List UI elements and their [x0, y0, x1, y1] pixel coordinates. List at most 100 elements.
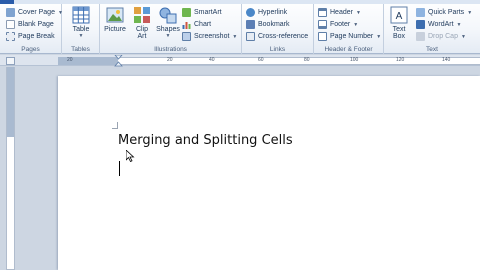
- wordart-icon: [416, 20, 425, 29]
- quick-parts-icon: [416, 8, 425, 17]
- screenshot-button[interactable]: Screenshot ▼: [182, 31, 237, 42]
- ruler-number: 100: [350, 57, 359, 63]
- clip-art-button[interactable]: Clip Art: [129, 6, 155, 40]
- ruler-number: 60: [258, 57, 264, 63]
- bookmark-label: Bookmark: [258, 21, 290, 28]
- page-number-label: Page Number: [330, 33, 374, 40]
- document-page[interactable]: [58, 76, 480, 270]
- cover-page-label: Cover Page: [18, 9, 55, 16]
- crop-mark: [112, 128, 118, 129]
- chevron-down-icon: ▼: [467, 9, 473, 16]
- clip-art-icon: [134, 7, 150, 23]
- header-button[interactable]: Header ▼: [318, 7, 361, 18]
- page-number-button[interactable]: Page Number ▼: [318, 31, 381, 42]
- cross-reference-icon: [246, 32, 255, 41]
- header-label: Header: [330, 9, 353, 16]
- page-break-label: Page Break: [18, 33, 55, 40]
- svg-text:A: A: [396, 11, 403, 22]
- text-box-icon: A: [390, 6, 408, 24]
- cross-reference-label: Cross-reference: [258, 33, 309, 40]
- vertical-ruler-margin: [7, 67, 14, 137]
- pages-group: Cover Page ▼ Blank Page Page Break Pages: [0, 4, 63, 54]
- chevron-down-icon: ▼: [456, 21, 462, 28]
- text-group-label: Text: [426, 46, 438, 53]
- header-footer-group: Header ▼ Footer ▼ Page Number ▼ Header &…: [314, 4, 384, 54]
- blank-page-label: Blank Page: [18, 21, 54, 28]
- ruler-number: 140: [442, 57, 451, 63]
- table-icon: [72, 6, 90, 24]
- shapes-label: Shapes: [156, 26, 180, 33]
- chevron-down-icon: ▼: [232, 33, 238, 40]
- page-break-icon: [6, 32, 15, 41]
- indent-marker-icon[interactable]: [114, 55, 123, 67]
- table-label: Table: [72, 26, 90, 33]
- text-cursor: [119, 161, 120, 176]
- tables-group-label: Tables: [71, 46, 90, 53]
- tables-group: Table ▼ Tables: [62, 4, 100, 54]
- shapes-button[interactable]: Shapes ▼: [155, 6, 181, 40]
- text-group: A Text Box Quick Parts ▼ WordArt ▼ Drop …: [384, 4, 480, 54]
- pages-group-label: Pages: [21, 46, 40, 53]
- footer-icon: [318, 20, 327, 29]
- chart-label: Chart: [194, 21, 212, 28]
- chart-icon: [182, 22, 191, 29]
- document-heading: Merging and Splitting Cells: [118, 133, 293, 148]
- drop-cap-button[interactable]: Drop Cap ▼: [416, 31, 466, 42]
- shapes-icon: [159, 7, 177, 24]
- text-box-label-line2: Box: [392, 33, 406, 40]
- chevron-down-icon: ▼: [376, 33, 382, 40]
- screenshot-label: Screenshot: [194, 33, 230, 40]
- ribbon: Cover Page ▼ Blank Page Page Break Pages…: [0, 0, 480, 54]
- ruler-number: 20: [67, 57, 73, 63]
- cover-page-button[interactable]: Cover Page ▼: [6, 7, 63, 18]
- ruler-number: 80: [304, 57, 310, 63]
- footer-label: Footer: [330, 21, 351, 28]
- smartart-icon: [182, 8, 191, 17]
- bookmark-icon: [246, 20, 255, 29]
- ruler-number: 120: [396, 57, 405, 63]
- clip-art-label-line1: Clip: [135, 26, 149, 33]
- ruler-number: 40: [209, 57, 215, 63]
- header-footer-group-label: Header & Footer: [324, 46, 373, 53]
- illustrations-group-label: Illustrations: [154, 46, 187, 53]
- wordart-button[interactable]: WordArt ▼: [416, 19, 462, 30]
- links-group-label: Links: [269, 46, 286, 53]
- ruler-number: 20: [167, 57, 173, 63]
- smartart-button[interactable]: SmartArt: [182, 7, 222, 18]
- text-box-button[interactable]: A Text Box: [386, 6, 412, 40]
- drop-cap-label: Drop Cap: [428, 33, 458, 40]
- clip-art-label-line2: Art: [137, 33, 147, 40]
- tab-selector[interactable]: [6, 57, 15, 65]
- picture-label: Picture: [104, 26, 126, 33]
- screenshot-icon: [182, 32, 191, 41]
- chevron-down-icon: ▼: [355, 9, 361, 16]
- page-break-button[interactable]: Page Break: [6, 31, 55, 42]
- quick-parts-button[interactable]: Quick Parts ▼: [416, 7, 472, 18]
- wordart-label: WordArt: [428, 21, 454, 28]
- chevron-down-icon: ▼: [78, 33, 84, 39]
- footer-button[interactable]: Footer ▼: [318, 19, 358, 30]
- mouse-pointer-icon: [126, 150, 135, 162]
- blank-page-icon: [6, 20, 15, 29]
- bookmark-button[interactable]: Bookmark: [246, 19, 290, 30]
- header-icon: [318, 8, 327, 17]
- cover-page-icon: [6, 8, 15, 17]
- blank-page-button[interactable]: Blank Page: [6, 19, 54, 30]
- chevron-down-icon: ▼: [460, 33, 466, 40]
- hyperlink-icon: [246, 8, 255, 17]
- table-button[interactable]: Table ▼: [68, 6, 94, 40]
- hyperlink-label: Hyperlink: [258, 9, 288, 16]
- page-number-icon: [318, 32, 327, 41]
- cross-reference-button[interactable]: Cross-reference: [246, 31, 308, 42]
- smartart-label: SmartArt: [194, 9, 222, 16]
- illustrations-group: Picture Clip Art Shapes ▼ SmartArt Chart…: [100, 4, 242, 54]
- hyperlink-button[interactable]: Hyperlink: [246, 7, 287, 18]
- chevron-down-icon: ▼: [353, 21, 359, 28]
- crop-mark: [117, 122, 118, 128]
- quick-parts-label: Quick Parts: [428, 9, 465, 16]
- chevron-down-icon: ▼: [165, 33, 171, 39]
- chart-button[interactable]: Chart: [182, 19, 211, 30]
- picture-button[interactable]: Picture: [102, 6, 128, 33]
- text-box-label-line1: Text: [392, 26, 406, 33]
- picture-icon: [106, 7, 124, 23]
